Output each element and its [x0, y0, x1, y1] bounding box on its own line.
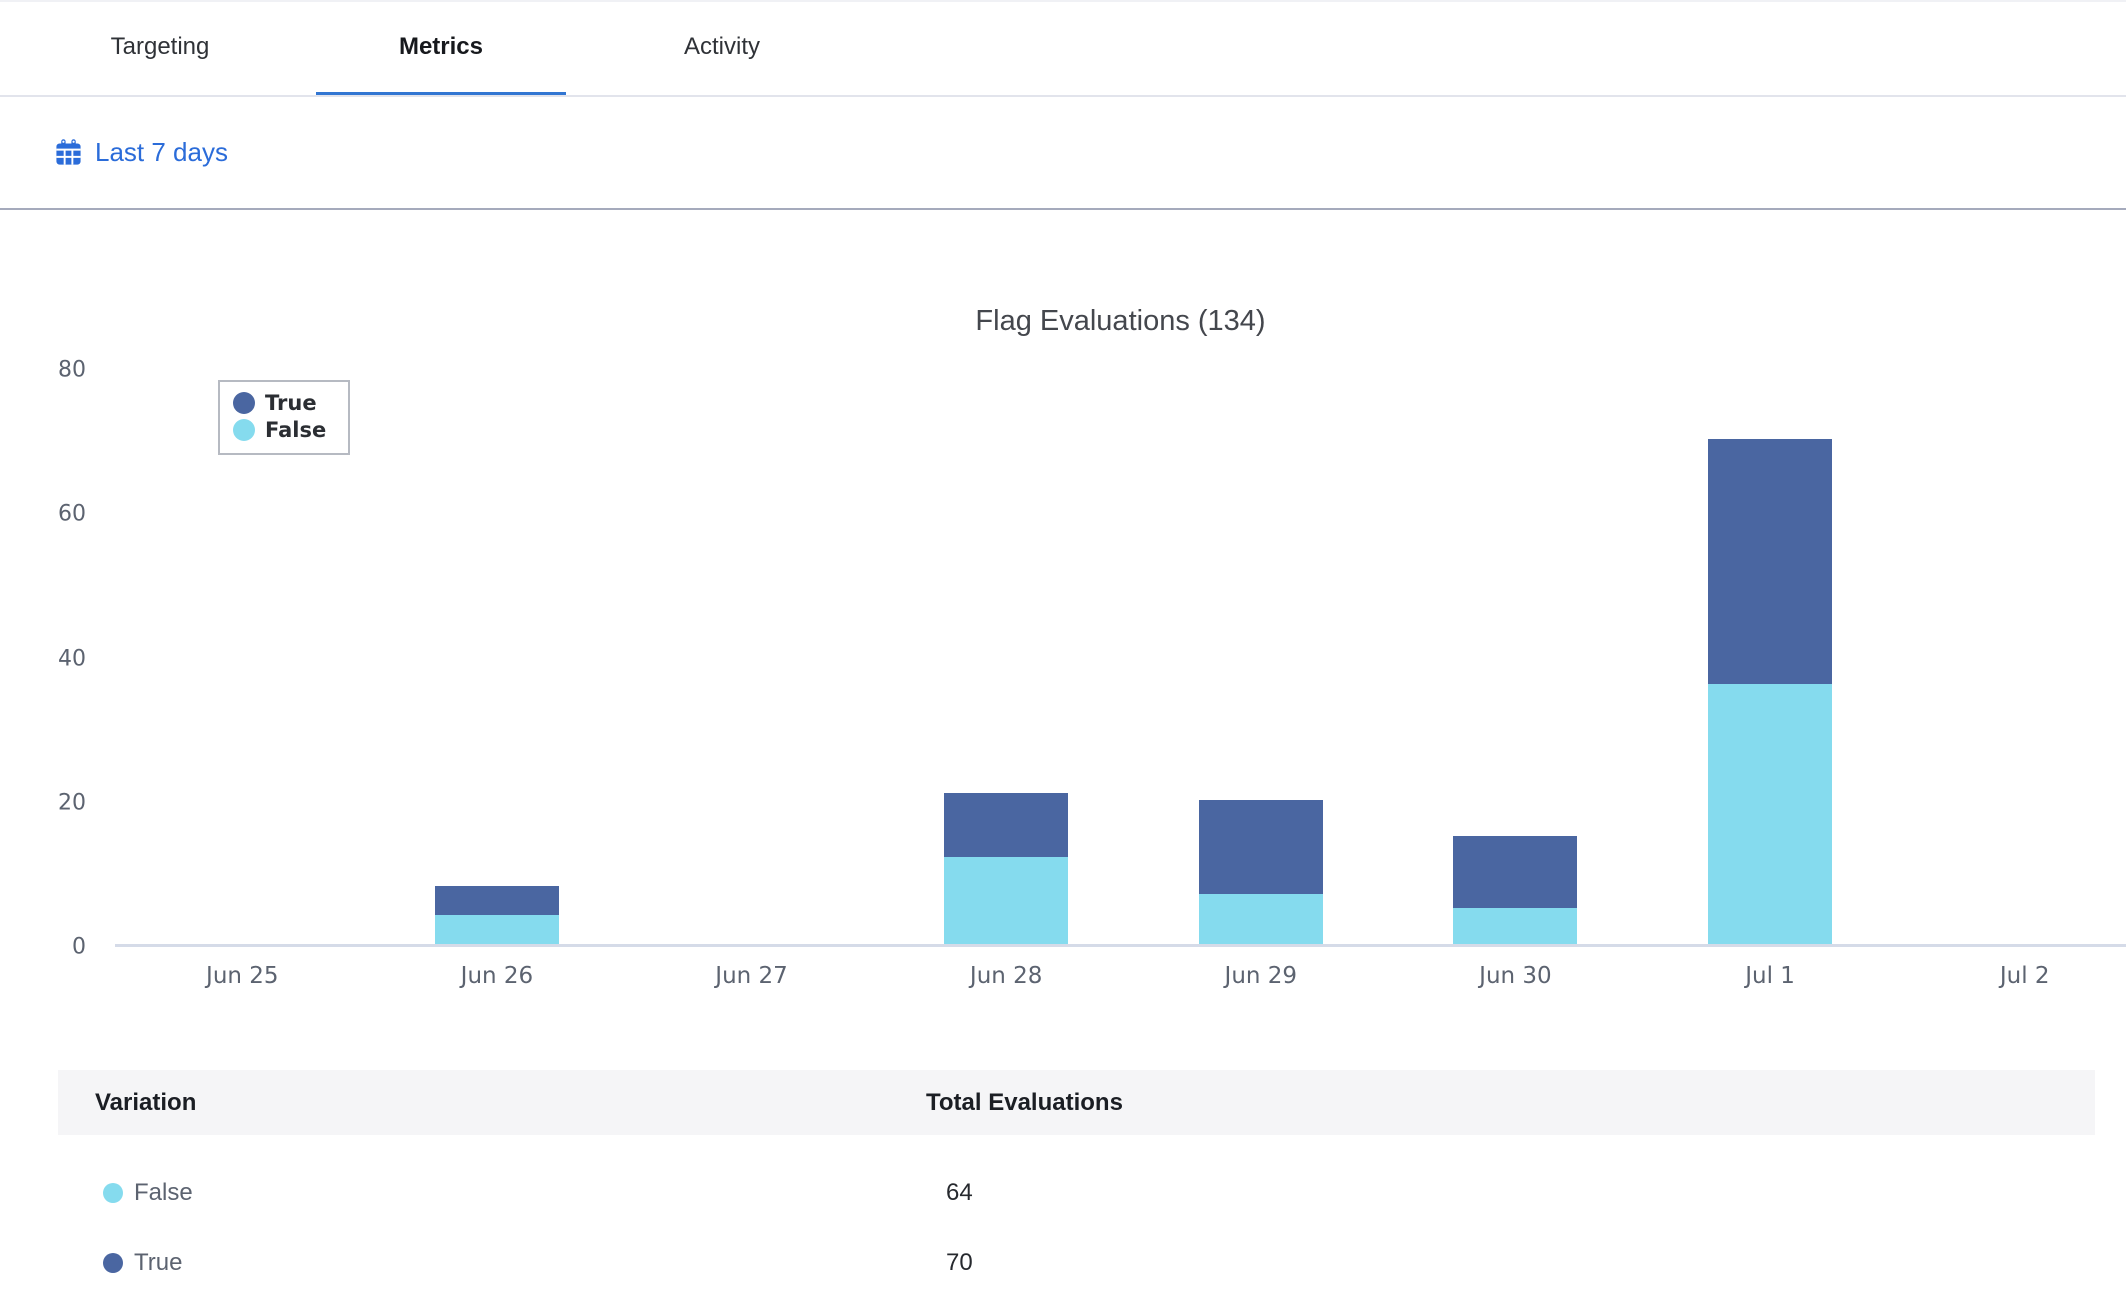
legend-swatch-false — [233, 419, 255, 441]
y-tick-label: 60 — [16, 502, 86, 527]
total-evaluations-value: 64 — [926, 1179, 2095, 1207]
bar-segment-true[interactable] — [1708, 439, 1832, 684]
variation-label: True — [134, 1249, 182, 1277]
tab-bar: Targeting Metrics Activity — [0, 2, 2126, 97]
bar-slot — [1388, 370, 1643, 944]
bar-segment-true[interactable] — [435, 886, 559, 915]
table-row-true: True 70 — [58, 1228, 2095, 1298]
bar-segment-false[interactable] — [1199, 894, 1323, 944]
column-header-variation: Variation — [58, 1089, 926, 1117]
filter-bar: Last 7 days — [0, 97, 2126, 210]
legend-item-true[interactable]: True — [233, 391, 326, 415]
variation-dot-true — [103, 1253, 123, 1273]
bar-segment-false[interactable] — [435, 915, 559, 944]
variation-dot-false — [103, 1183, 123, 1203]
variation-cell: False — [58, 1179, 926, 1207]
variation-table: Variation Total Evaluations False 64 True 7… — [58, 1070, 2095, 1298]
tab-targeting[interactable]: Targeting — [35, 2, 285, 95]
bar-segment-true[interactable] — [1199, 800, 1323, 894]
calendar-icon — [54, 138, 83, 167]
bar-slot — [1134, 370, 1389, 944]
x-tick-label: Jun 28 — [879, 963, 1134, 989]
x-tick-label: Jun 29 — [1134, 963, 1389, 989]
tab-targeting-label: Targeting — [111, 33, 210, 61]
legend-swatch-true — [233, 392, 255, 414]
bar-segment-true[interactable] — [944, 793, 1068, 858]
variation-label: False — [134, 1179, 193, 1207]
x-tick-label: Jun 26 — [370, 963, 625, 989]
bar-stack-jul-1[interactable] — [1708, 439, 1832, 944]
x-tick-label: Jul 2 — [1897, 963, 2126, 989]
bar-stack-jun-28[interactable] — [944, 793, 1068, 944]
date-range-label: Last 7 days — [95, 137, 228, 168]
legend-label: True — [265, 391, 317, 415]
tab-activity-label: Activity — [684, 33, 760, 61]
chart-legend: True False — [218, 380, 350, 455]
y-tick-label: 80 — [16, 358, 86, 383]
bar-slot — [1897, 370, 2126, 944]
total-evaluations-value: 70 — [926, 1249, 2095, 1277]
table-header: Variation Total Evaluations — [58, 1070, 2095, 1135]
flag-evaluations-chart: Flag Evaluations (134) 020406080 Jun 25J… — [0, 210, 2126, 989]
tab-metrics-label: Metrics — [399, 33, 483, 61]
date-range-filter[interactable]: Last 7 days — [54, 137, 228, 168]
x-tick-label: Jun 25 — [115, 963, 370, 989]
column-header-total-evaluations: Total Evaluations — [926, 1089, 2095, 1117]
bar-stack-jun-26[interactable] — [435, 886, 559, 944]
bar-slot — [1643, 370, 1898, 944]
y-tick-label: 0 — [16, 935, 86, 960]
bar-stack-jun-30[interactable] — [1453, 836, 1577, 944]
plot-wrap: 020406080 Jun 25Jun 26Jun 27Jun 28Jun 29… — [115, 370, 2126, 989]
bar-segment-true[interactable] — [1453, 836, 1577, 908]
bar-slot — [370, 370, 625, 944]
x-tick-label: Jun 27 — [624, 963, 879, 989]
bar-segment-false[interactable] — [944, 857, 1068, 944]
y-tick-label: 20 — [16, 790, 86, 815]
bar-slot — [624, 370, 879, 944]
tab-activity[interactable]: Activity — [597, 2, 847, 95]
y-axis: 020406080 — [0, 370, 100, 947]
x-axis: Jun 25Jun 26Jun 27Jun 28Jun 29Jun 30Jul … — [115, 963, 2126, 989]
variation-cell: True — [58, 1249, 926, 1277]
bar-slot — [879, 370, 1134, 944]
bar-segment-false[interactable] — [1708, 684, 1832, 944]
legend-label: False — [265, 418, 326, 442]
y-tick-label: 40 — [16, 646, 86, 671]
bar-segment-false[interactable] — [1453, 908, 1577, 944]
chart-title: Flag Evaluations (134) — [115, 305, 2126, 338]
legend-item-false[interactable]: False — [233, 418, 326, 442]
variation-table-body: False 64 True 70 — [58, 1158, 2095, 1298]
x-tick-label: Jun 30 — [1388, 963, 1643, 989]
x-tick-label: Jul 1 — [1643, 963, 1898, 989]
bar-stack-jun-29[interactable] — [1199, 800, 1323, 944]
table-row-false: False 64 — [58, 1158, 2095, 1228]
tab-metrics[interactable]: Metrics — [316, 2, 566, 95]
bar-slot — [115, 370, 370, 944]
plot-area — [115, 370, 2126, 947]
